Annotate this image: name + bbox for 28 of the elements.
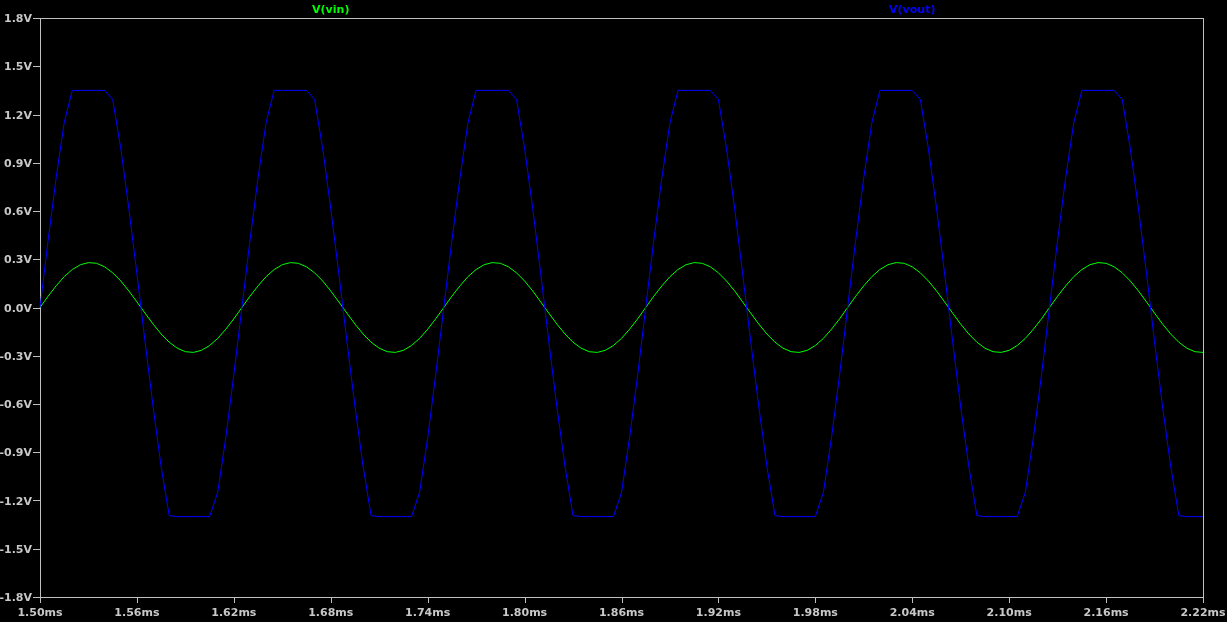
trace-label: V(vout): [889, 3, 936, 16]
y-tick-label: 1.8V: [4, 12, 32, 25]
y-tick-label: 1.5V: [4, 60, 32, 74]
x-tick-label: 1.98ms: [792, 606, 838, 619]
y-tick-label: 0.0V: [4, 301, 32, 315]
y-tick-label: -1.8V: [0, 591, 32, 604]
x-tick-label: 1.62ms: [211, 606, 257, 619]
x-tick-label: 1.80ms: [502, 606, 548, 619]
y-tick-label: 1.2V: [4, 108, 32, 122]
x-tick-label: 1.68ms: [308, 606, 354, 619]
x-tick-label: 1.86ms: [598, 606, 645, 619]
y-tick-label: -1.2V: [0, 494, 32, 508]
x-tick-label: 2.16ms: [1083, 606, 1129, 619]
y-tick-label: 0.9V: [4, 156, 32, 170]
x-tick-label: 1.74ms: [405, 606, 451, 619]
y-tick-label: -1.5V: [0, 542, 32, 556]
y-tick-label: -0.6V: [0, 398, 32, 411]
x-tick-label: 2.04ms: [889, 606, 935, 619]
y-tick-label: 0.3V: [4, 253, 32, 267]
x-tick-label: 2.22ms: [1180, 606, 1226, 619]
x-tick-label: 1.56ms: [114, 606, 160, 619]
x-tick-label: 1.92ms: [695, 606, 741, 619]
trace-label: V(vin): [312, 3, 350, 16]
x-tick-label: 1.50ms: [17, 606, 63, 619]
y-tick-label: 0.6V: [4, 205, 32, 218]
y-tick-label: -0.9V: [0, 446, 32, 460]
x-tick-label: 2.10ms: [986, 606, 1032, 619]
y-tick-label: -0.3V: [0, 349, 32, 363]
